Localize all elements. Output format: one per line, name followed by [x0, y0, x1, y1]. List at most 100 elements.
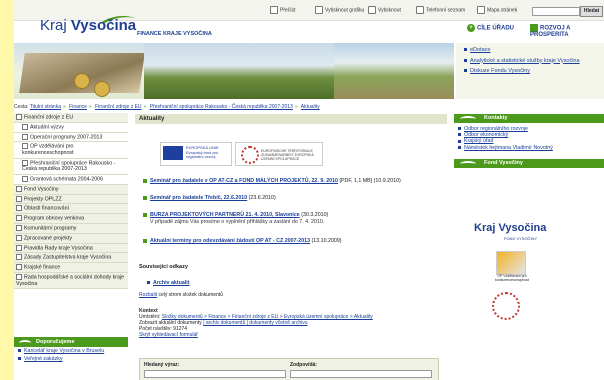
growth-link[interactable]: ROZVOJ A PROSPERITA — [530, 24, 604, 38]
bullet-icon — [16, 254, 22, 261]
breadcrumb-crossborder[interactable]: Přeshraniční spolupráce Rakousko - Česká… — [150, 104, 293, 110]
expand-tree: Rozbalit celý strom složek dokumentů — [139, 292, 223, 298]
contacts-header: Kontakty — [454, 114, 604, 123]
banner-landscape-photo — [144, 43, 334, 99]
printer-icon — [368, 6, 376, 14]
eu-flag-icon — [163, 146, 183, 160]
search-input[interactable] — [532, 7, 580, 16]
breadcrumb-finance[interactable]: Finance — [69, 104, 87, 110]
author-label: Zodpovídá: — [290, 362, 317, 368]
eu-fund-logo: EVROPSKÁ UNIE Evropský fond pro regionál… — [160, 142, 232, 166]
territorial-cooperation-logo: EUROPÄISCHE TERRITORIALE ZUSAMMENARBEIT … — [235, 142, 323, 166]
news-link[interactable]: Seminář pro žadatele Třebíč, 22.6.2010 — [150, 195, 247, 201]
coin-icon — [94, 81, 110, 97]
context-show-links[interactable]: | archiv dokumentů | dokumenty včetně ar… — [203, 320, 307, 326]
page: Přečíst Vytisknout grafiku Vytisknout Te… — [14, 0, 604, 380]
info-link-edotace[interactable]: eDotace — [464, 47, 604, 54]
print-button[interactable]: Vytisknout — [368, 6, 401, 14]
related-links-heading: Související odkazy — [139, 264, 188, 270]
bullet-icon — [16, 224, 22, 231]
phone-directory-button[interactable]: Telefonní seznam — [416, 6, 465, 14]
info-link-analytics[interactable]: Analytické a statistické služby kraje Vy… — [464, 58, 604, 65]
query-input[interactable] — [144, 370, 286, 378]
bullet-icon — [143, 238, 147, 243]
context-box: Kontext Umístění: Složky dokumentů > Fin… — [139, 308, 439, 338]
eu-star-seal-icon[interactable] — [492, 292, 520, 320]
contact-link-deputy[interactable]: Náměstek hejtmana Vladimír Novotný — [454, 145, 604, 151]
page-title: Aktuality — [135, 114, 447, 124]
kraj-vysocina-logo[interactable]: Kraj Vysočina — [40, 17, 136, 34]
bullet-icon — [16, 215, 22, 222]
breadcrumb-eu[interactable]: Finanční zdroje z EU — [95, 104, 141, 110]
main-content: Aktuality EVROPSKÁ UNIE Evropský fond pr… — [135, 114, 447, 380]
archive-link[interactable]: Archiv aktualit — [147, 280, 190, 286]
nav-item-community-programs[interactable]: Komunitární programy — [14, 223, 128, 234]
nav-item-regional-finance[interactable]: Krajské finance — [14, 263, 128, 273]
nav-item-projects[interactable]: Zpracované projekty — [14, 233, 128, 244]
recommend-link-tenders[interactable]: Veřejné zakázky — [14, 355, 128, 363]
nav-item-calls[interactable]: Aktuální výzvy — [14, 122, 128, 133]
expand-icon — [22, 159, 28, 166]
news-link[interactable]: BURZA PROJEKTOVÝCH PARTNERŮ 21. 4. 2010,… — [150, 212, 300, 218]
bullet-icon — [143, 212, 147, 217]
news-link[interactable]: Seminář pro žadatele v OP AT-CZ a FOND M… — [150, 178, 338, 184]
office-goals-link[interactable]: + CÍLE ÚŘADU — [467, 24, 514, 32]
recommend-header: Doporučujeme — [14, 337, 128, 347]
print-graphic-button[interactable]: Vytisknout grafiku — [315, 6, 364, 14]
sitemap-button[interactable]: Mapa stránek — [477, 6, 517, 14]
eu-logo-text: EVROPSKÁ UNIE Evropský fond pro regionál… — [186, 145, 219, 159]
right-column: Kontakty Odbor regionálního rozvoje Odbo… — [454, 114, 604, 320]
nav-item-eu-funds[interactable]: Finanční zdroje z EU — [14, 113, 128, 123]
nav-item-rural-renewal[interactable]: Program obnovy venkova — [14, 214, 128, 224]
expand-icon — [16, 264, 22, 271]
nav-item-funding-areas[interactable]: Oblasti financování — [14, 204, 128, 215]
printer-icon — [315, 6, 323, 14]
site-subtitle: FINANCE KRAJE VYSOČINA — [137, 31, 212, 37]
breadcrumb-home[interactable]: Titulní stránka — [30, 104, 61, 110]
op-education-logo[interactable] — [496, 251, 526, 275]
nav-item-op-education[interactable]: OP vzdělávání pro konkurenceschopnost — [14, 142, 128, 159]
nav-item-operational-programs[interactable]: Operační programy 2007-2013 — [14, 132, 128, 143]
news-item: BURZA PROJEKTOVÝCH PARTNERŮ 21. 4. 2010,… — [143, 212, 443, 226]
swoosh-icon — [460, 160, 476, 167]
collapse-icon — [16, 114, 22, 120]
news-item: Aktuální termíny pro odevzdávání žádostí… — [143, 238, 443, 245]
phone-book-icon — [416, 6, 424, 14]
speaker-icon — [270, 6, 278, 14]
territorial-logo-text: EUROPÄISCHE TERRITORIALE ZUSAMMENARBEIT … — [261, 149, 314, 161]
op-education-text: OP Vzdělávání pro konkurenceschopnost — [494, 274, 530, 282]
swoosh-icon — [19, 340, 31, 346]
info-link-discussion[interactable]: Diskuze Fondu Vysočiny — [464, 68, 604, 75]
nav-item-fond-vysociny[interactable]: Fond Vysočiny — [14, 184, 128, 195]
bullet-icon — [22, 123, 28, 130]
nav-item-council-rules[interactable]: Pravidla Rady kraje Vysočina — [14, 243, 128, 254]
recommend-link-brussels[interactable]: Kancelář kraje Vysočina v Bruselu — [14, 347, 128, 355]
fond-header: Fond Vysočiny — [454, 158, 604, 168]
fond-vysociny-logo[interactable]: Kraj Vysočina — [474, 222, 546, 234]
news-item: Seminář pro žadatele v OP AT-CZ a FOND M… — [143, 178, 443, 185]
query-label: Hledaný výraz: — [144, 362, 180, 368]
bullet-icon — [143, 178, 147, 183]
nav-item-social-council[interactable]: Rada hospodářské a sociální dohody kraje… — [14, 273, 128, 290]
nav-item-crossborder[interactable]: Přeshraniční spolupráce Rakousko - Česká… — [14, 158, 128, 175]
read-button[interactable]: Přečíst — [270, 6, 296, 14]
plus-circle-icon: + — [467, 24, 475, 32]
recommend-box: Doporučujeme Kancelář kraje Vysočina v B… — [14, 337, 128, 380]
expand-icon — [22, 143, 28, 150]
bullet-icon — [22, 175, 28, 182]
search-button[interactable]: Hledat — [580, 6, 603, 17]
bullet-icon — [16, 205, 22, 212]
sitemap-icon — [477, 6, 485, 14]
nav-item-assembly-rules[interactable]: Zásady Zastupitelstva kraje Vysočina — [14, 253, 128, 264]
author-input[interactable] — [290, 370, 432, 378]
left-nav: Finanční zdroje z EU Aktuální výzvy Oper… — [14, 113, 128, 333]
news-link[interactable]: Aktuální termíny pro odevzdávání žádostí… — [150, 238, 310, 244]
hide-search-form-link[interactable]: Skrýt vyhledávací formulář — [139, 332, 439, 338]
expand-link[interactable]: Rozbalit — [139, 292, 157, 298]
banner-town-photo — [334, 43, 454, 99]
nav-item-grant-schemes[interactable]: Grantová schémata 2004-2006 — [14, 174, 128, 185]
nav-item-oplzz[interactable]: Projekty OPLZZ — [14, 194, 128, 205]
breadcrumb-news[interactable]: Aktuality — [301, 104, 320, 110]
document-search-form: Hledaný výraz: Zodpovídá: — [139, 358, 439, 380]
coin-icon — [74, 73, 90, 89]
